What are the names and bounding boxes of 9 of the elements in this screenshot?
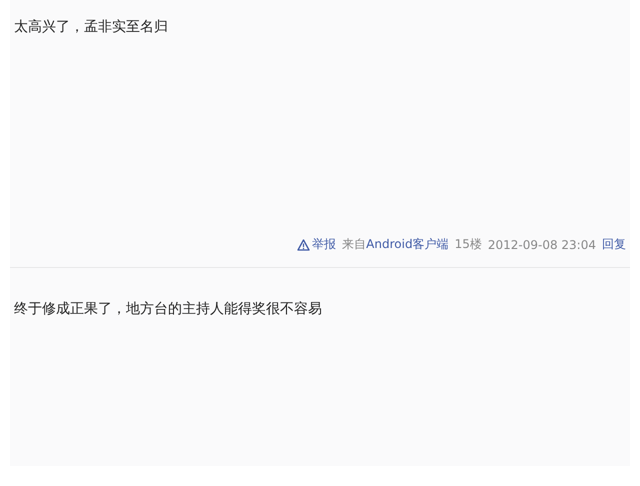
client-link[interactable]: Android客户端: [366, 236, 449, 253]
post-text: 终于修成正果了，地方台的主持人能得奖很不容易: [14, 300, 323, 319]
report-link[interactable]: 举报: [297, 236, 336, 253]
source-label: 来自: [342, 236, 366, 253]
post-text: 太高兴了，孟非实至名归: [14, 18, 169, 37]
post-time: 2012-09-08 23:04: [488, 238, 596, 252]
warning-icon: [297, 238, 310, 250]
floor-number: 15楼: [454, 236, 482, 253]
reply-link[interactable]: 回复: [602, 236, 626, 253]
